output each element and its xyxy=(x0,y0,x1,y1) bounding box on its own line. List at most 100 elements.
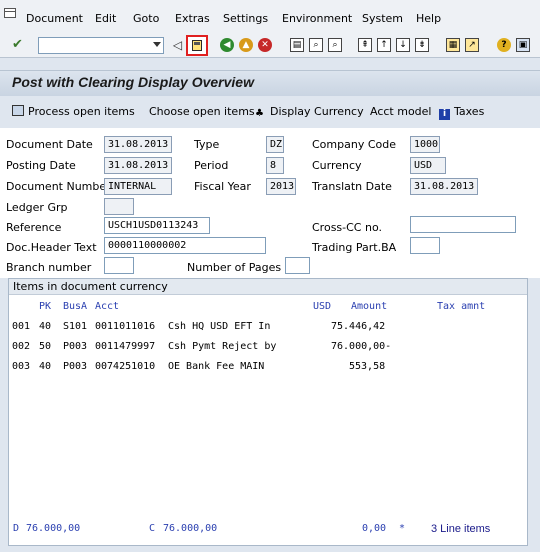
ledger-grp-label: Ledger Grp xyxy=(6,201,68,214)
line-items-count: 3 Line items xyxy=(431,523,491,535)
back-icon[interactable]: ◀ xyxy=(220,38,234,52)
balance-value: 0,00 xyxy=(362,523,387,534)
row-line: 001 xyxy=(12,321,31,332)
type-field[interactable]: DZ xyxy=(266,136,284,153)
row-acct[interactable]: 0011011016 xyxy=(95,321,155,332)
menu-edit[interactable]: Edit xyxy=(95,12,116,25)
period-label: Period xyxy=(194,159,229,172)
company-code-field[interactable]: 1000 xyxy=(410,136,440,153)
trading-part-label: Trading Part.BA xyxy=(312,241,397,254)
cross-cc-field[interactable] xyxy=(410,216,516,233)
reference-field[interactable]: USCH1USD0113243 xyxy=(104,217,210,234)
ledger-grp-field[interactable] xyxy=(104,198,134,215)
row-busa: S101 xyxy=(63,321,88,332)
save-button[interactable] xyxy=(186,35,208,56)
process-icon xyxy=(12,105,24,116)
col-header-acct: Acct xyxy=(95,301,120,312)
trading-part-field[interactable] xyxy=(410,237,440,254)
row-text: OE Bank Fee MAIN xyxy=(168,361,265,372)
row-acct[interactable]: 0011479997 xyxy=(95,341,155,352)
doc-header-text-field[interactable]: 0000110000002 xyxy=(104,237,266,254)
document-date-label: Document Date xyxy=(6,138,93,151)
shortcut-icon[interactable]: ↗ xyxy=(465,38,479,52)
debit-label: D xyxy=(13,523,20,534)
posting-date-field[interactable]: 31.08.2013 xyxy=(104,157,172,174)
menu-help[interactable]: Help xyxy=(416,12,441,25)
command-field[interactable] xyxy=(38,37,164,54)
menu-extras[interactable]: Extras xyxy=(175,12,210,25)
col-header-pk: PK xyxy=(39,301,52,312)
choose-open-items-button[interactable]: Choose open items xyxy=(149,105,255,118)
col-header-tax-amnt: Tax amnt xyxy=(437,301,486,312)
document-number-field[interactable]: INTERNAL xyxy=(104,178,172,195)
print-icon[interactable]: ▤ xyxy=(290,38,304,52)
menu-system[interactable]: System xyxy=(362,12,403,25)
currency-label: Currency xyxy=(312,159,362,172)
check-icon[interactable]: ✔ xyxy=(12,38,26,52)
translatn-date-label: Translatn Date xyxy=(312,180,392,193)
row-acct[interactable]: 0074251010 xyxy=(95,361,155,372)
row-pk: 40 xyxy=(39,361,52,372)
acct-model-button[interactable]: Acct model xyxy=(370,105,432,118)
row-line: 002 xyxy=(12,341,31,352)
process-open-items-button[interactable]: Process open items xyxy=(12,105,135,118)
col-header-busa: BusA xyxy=(63,301,88,312)
doc-header-text-label: Doc.Header Text xyxy=(6,241,97,254)
balance-star: * xyxy=(399,523,406,534)
customize-icon[interactable]: ▣ xyxy=(516,38,530,52)
taxes-button[interactable]: i Taxes xyxy=(439,105,484,120)
row-busa: P003 xyxy=(63,361,88,372)
application-toolbar: Process open items Choose open items ♣ Di… xyxy=(0,100,540,124)
table-row[interactable]: 002 50 P003 0011479997 Csh Pymt Reject b… xyxy=(9,341,527,359)
find-icon[interactable]: ⌕ xyxy=(309,38,323,52)
menu-bar: Document Edit Goto Extras Settings Envir… xyxy=(0,0,540,34)
table-row[interactable]: 001 40 S101 0011011016 Csh HQ USD EFT In… xyxy=(9,321,527,339)
company-code-label: Company Code xyxy=(312,138,396,151)
currency-field[interactable]: USD xyxy=(410,157,446,174)
back-triangle-icon[interactable]: ◁ xyxy=(170,38,185,53)
sap-menu-icon[interactable] xyxy=(4,8,16,18)
row-amount: 76.000,00- xyxy=(331,341,392,352)
branch-number-field[interactable] xyxy=(104,257,134,274)
process-open-items-label: Process open items xyxy=(28,105,135,118)
menu-goto[interactable]: Goto xyxy=(133,12,159,25)
display-currency-button[interactable]: ♣ Display Currency xyxy=(255,105,364,119)
help-icon[interactable]: ? xyxy=(497,38,511,52)
col-header-amount: Amount xyxy=(351,301,388,312)
menu-settings[interactable]: Settings xyxy=(223,12,268,25)
branch-number-label: Branch number xyxy=(6,261,92,274)
menu-environment[interactable]: Environment xyxy=(282,12,352,25)
items-panel-header: Items in document currency xyxy=(9,279,527,295)
document-date-field[interactable]: 31.08.2013 xyxy=(104,136,172,153)
translatn-date-field[interactable]: 31.08.2013 xyxy=(410,178,478,195)
title-bar: Post with Clearing Display Overview xyxy=(0,70,540,96)
row-text: Csh Pymt Reject by xyxy=(168,341,277,352)
cancel-icon[interactable]: ✕ xyxy=(258,38,272,52)
menu-document[interactable]: Document xyxy=(26,12,83,25)
document-number-label: Document Number xyxy=(6,180,111,193)
row-line: 003 xyxy=(12,361,31,372)
exit-icon[interactable]: ▲ xyxy=(239,38,253,52)
fiscal-year-label: Fiscal Year xyxy=(194,180,251,193)
row-amount: 75.446,42 xyxy=(331,321,386,332)
fiscal-year-field[interactable]: 2013 xyxy=(266,178,296,195)
type-label: Type xyxy=(194,138,220,151)
last-page-icon[interactable]: ⇟ xyxy=(415,38,429,52)
display-currency-label: Display Currency xyxy=(270,105,364,118)
find-next-icon[interactable]: ⌕ xyxy=(328,38,342,52)
credit-label: C xyxy=(149,523,156,534)
standard-toolbar: ✔ ◁ ◀ ▲ ✕ ▤ ⌕ ⌕ ⇞ ↑ ↓ ⇟ ▦ ↗ ? ▣ xyxy=(0,34,540,58)
cross-cc-label: Cross-CC no. xyxy=(312,221,382,234)
info-icon: i xyxy=(439,109,450,120)
chevron-down-icon[interactable] xyxy=(153,42,161,47)
row-text: Csh HQ USD EFT In xyxy=(168,321,271,332)
items-panel: Items in document currency PK BusA Acct … xyxy=(8,278,528,546)
table-row[interactable]: 003 40 P003 0074251010 OE Bank Fee MAIN … xyxy=(9,361,527,379)
command-input[interactable] xyxy=(39,38,147,53)
first-page-icon[interactable]: ⇞ xyxy=(358,38,372,52)
prev-page-icon[interactable]: ↑ xyxy=(377,38,391,52)
next-page-icon[interactable]: ↓ xyxy=(396,38,410,52)
number-of-pages-field[interactable] xyxy=(285,257,310,274)
period-field[interactable]: 8 xyxy=(266,157,284,174)
new-session-icon[interactable]: ▦ xyxy=(446,38,460,52)
